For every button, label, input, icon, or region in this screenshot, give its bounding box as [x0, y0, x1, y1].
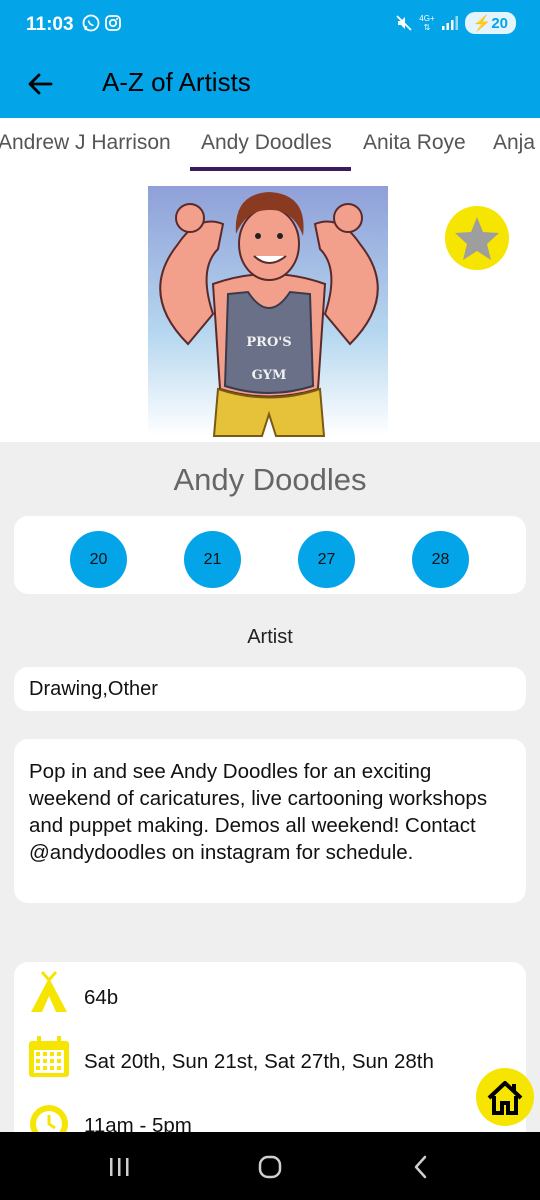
date-chip[interactable]: 27 — [298, 531, 355, 588]
tab-anja[interactable]: Anja — [493, 131, 535, 155]
status-bar: 11:03 4G+ ⇅ ⚡20 — [0, 0, 540, 50]
artist-role: Artist — [247, 626, 293, 648]
home-nav-button[interactable] — [250, 1152, 290, 1182]
arrow-left-icon — [28, 73, 53, 95]
artist-image: PRO'S GYM — [148, 186, 388, 437]
dates-text: Sat 20th, Sun 21st, Sat 27th, Sun 28th — [84, 1050, 434, 1073]
vest-text-pros: PRO'S — [246, 335, 291, 350]
star-icon — [455, 217, 499, 260]
categories-card: Drawing,Other — [14, 667, 526, 711]
dates-card: 20 21 27 28 — [14, 516, 526, 594]
battery-indicator: ⚡20 — [464, 12, 516, 34]
instagram-icon — [105, 15, 121, 31]
artist-hero: PRO'S GYM — [0, 174, 540, 442]
status-time: 11:03 — [26, 14, 74, 35]
network-label: 4G+ — [419, 14, 435, 23]
back-nav-icon — [414, 1155, 427, 1179]
app-bar: A-Z of Artists — [0, 50, 540, 118]
page-title: A-Z of Artists — [102, 67, 251, 97]
artist-name: Andy Doodles — [173, 462, 367, 497]
home-icon — [487, 1081, 523, 1115]
tab-anita-roye[interactable]: Anita Roye — [363, 131, 466, 155]
recents-icon — [110, 1158, 129, 1176]
description-text: Pop in and see Andy Doodles for an excit… — [29, 760, 488, 864]
recents-button[interactable] — [99, 1152, 139, 1182]
home-nav-icon — [258, 1155, 282, 1179]
calendar-icon — [29, 1036, 69, 1077]
tab-indicator — [190, 167, 351, 171]
system-icons: 4G+ ⇅ ⚡20 — [395, 12, 516, 34]
vest-text-gym: GYM — [252, 368, 287, 383]
network-4g-icon: 4G+ ⇅ — [419, 14, 435, 32]
home-button[interactable] — [476, 1068, 534, 1126]
location-text: 64b — [84, 986, 119, 1009]
date-chip[interactable]: 21 — [184, 531, 241, 588]
back-button[interactable] — [20, 64, 60, 104]
signal-icon — [441, 16, 458, 30]
back-nav-button[interactable] — [401, 1152, 441, 1182]
notification-icons — [82, 14, 122, 32]
artist-tabs: Andrew J Harrison Andy Doodles Anita Roy… — [0, 118, 540, 174]
favorite-button[interactable] — [445, 206, 509, 270]
info-row-dates: Sat 20th, Sun 21st, Sat 27th, Sun 28th — [14, 1034, 526, 1084]
system-nav-bar — [0, 1132, 540, 1200]
date-chip[interactable]: 20 — [70, 531, 127, 588]
info-row-location: 64b — [14, 970, 526, 1020]
mute-icon — [396, 15, 412, 31]
tent-icon — [31, 971, 67, 1012]
categories-text: Drawing,Other — [29, 678, 158, 700]
whatsapp-icon — [82, 14, 100, 32]
battery-level: 20 — [491, 15, 508, 32]
date-chip[interactable]: 28 — [412, 531, 469, 588]
tab-andy-doodles[interactable]: Andy Doodles — [201, 131, 332, 155]
tab-andrew-j-harrison[interactable]: Andrew J Harrison — [0, 131, 171, 155]
battery-charging-icon: ⚡ — [472, 15, 492, 32]
description-card: Pop in and see Andy Doodles for an excit… — [14, 739, 526, 903]
